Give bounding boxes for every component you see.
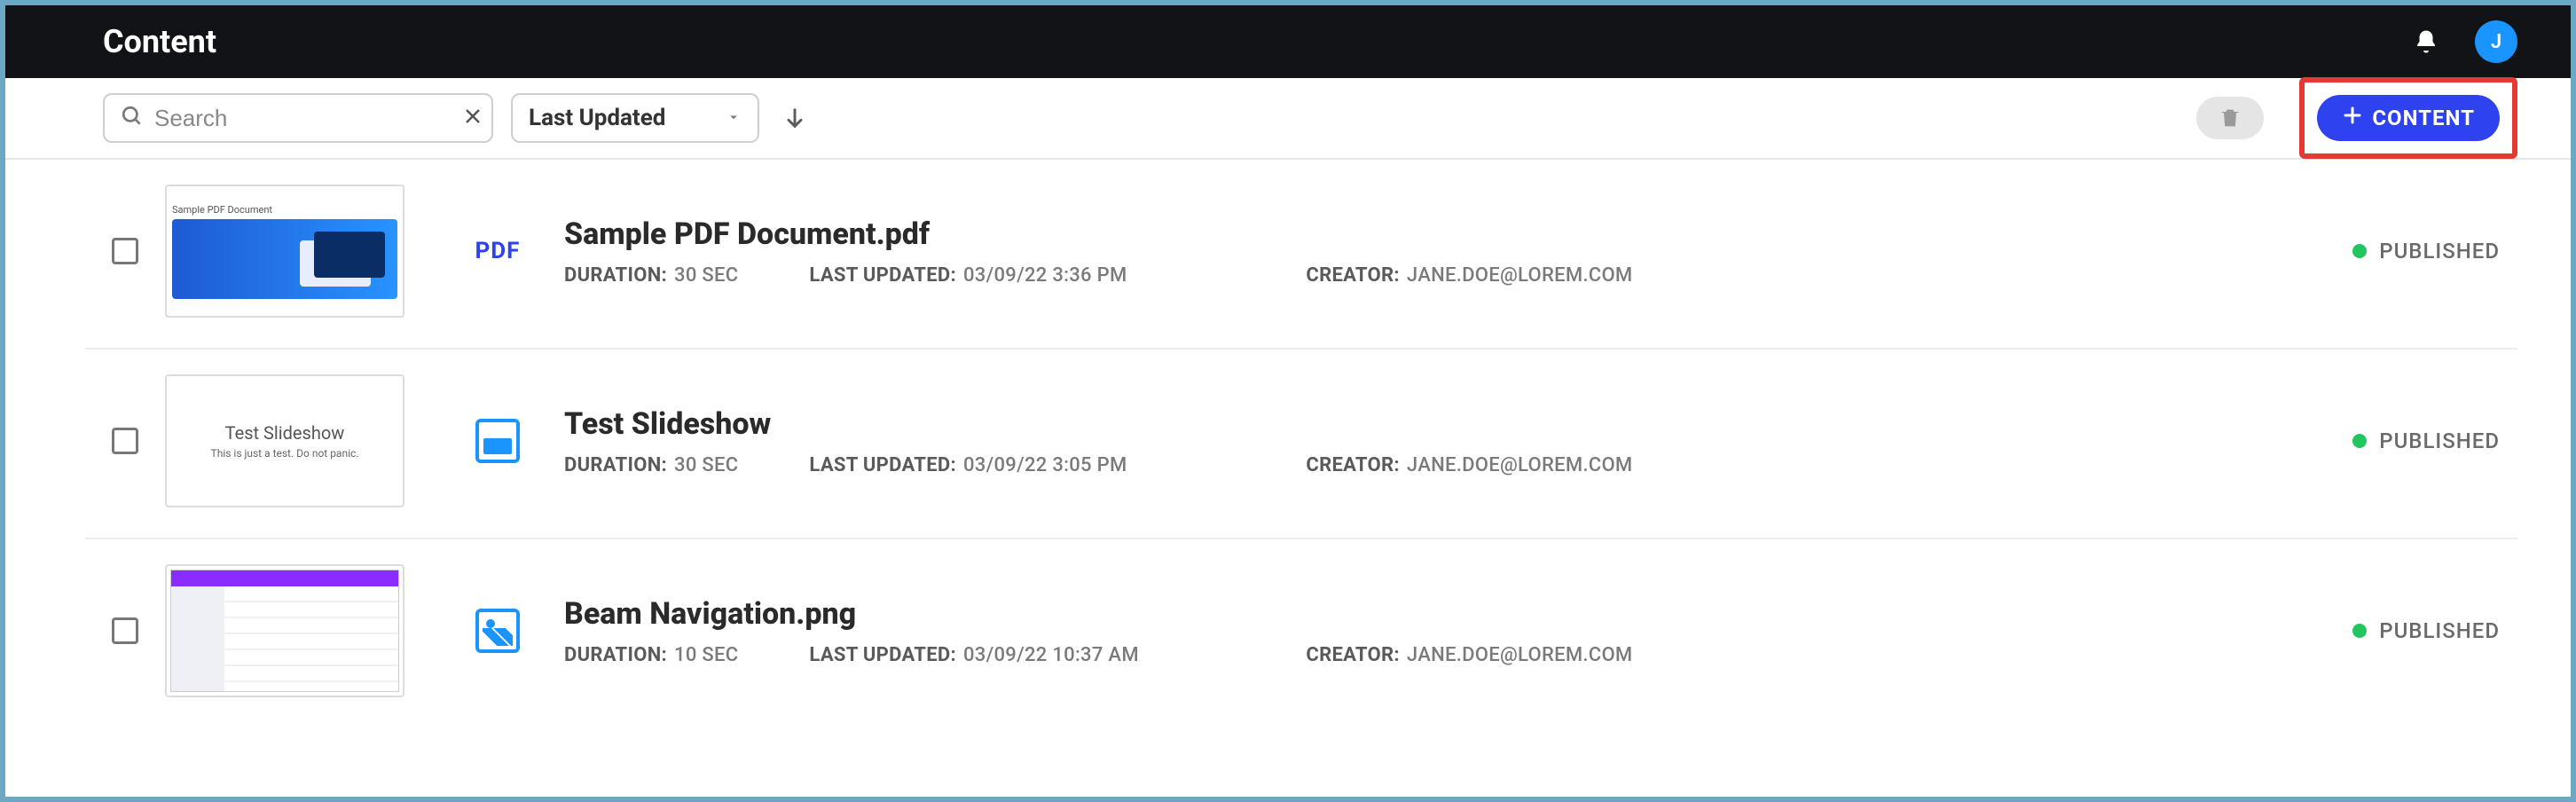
row-main: Beam Navigation.png DURATION: 10 SEC LAS… [546, 596, 2207, 666]
duration-value: 10 SEC [674, 644, 738, 666]
search-field[interactable] [154, 105, 452, 132]
plus-icon [2342, 105, 2363, 131]
creator-value: JANE.DOE@LOREM.COM [1407, 454, 1633, 476]
row-main: Test Slideshow DURATION: 30 SEC LAST UPD… [546, 406, 2207, 476]
content-title: Beam Navigation.png [564, 596, 2207, 632]
creator-label: CREATOR: [1306, 454, 1400, 476]
status-dot-icon [2352, 244, 2367, 258]
slideshow-icon [475, 419, 520, 463]
thumbnail: Sample PDF Document [165, 185, 404, 318]
row-checkbox[interactable] [112, 428, 138, 454]
row-checkbox-cell [85, 617, 165, 644]
status-text: PUBLISHED [2379, 239, 2500, 263]
last-updated-label: LAST UPDATED: [809, 644, 956, 666]
thumbnail: Test Slideshow This is just a test. Do n… [165, 374, 404, 507]
duration-value: 30 SEC [674, 454, 738, 476]
creator-label: CREATOR: [1306, 264, 1400, 287]
row-main: Sample PDF Document.pdf DURATION: 30 SEC… [546, 216, 2207, 287]
creator-label: CREATOR: [1306, 644, 1400, 666]
row-checkbox-cell [85, 428, 165, 454]
image-icon [475, 609, 520, 653]
creator-value: JANE.DOE@LOREM.COM [1407, 264, 1633, 287]
status-badge: PUBLISHED [2207, 429, 2517, 453]
type-icon-cell [449, 609, 546, 653]
search-icon [121, 105, 144, 131]
add-content-label: CONTENT [2372, 106, 2475, 130]
search-input[interactable] [103, 93, 493, 143]
chevron-down-icon [726, 105, 742, 131]
thumbnail [165, 564, 404, 697]
row-checkbox[interactable] [112, 617, 138, 644]
content-row[interactable]: Test Slideshow This is just a test. Do n… [85, 350, 2517, 539]
duration-label: DURATION: [564, 454, 667, 476]
add-content-button[interactable]: CONTENT [2317, 95, 2500, 141]
status-text: PUBLISHED [2379, 429, 2500, 453]
sort-select[interactable]: Last Updated [511, 93, 759, 143]
delete-button [2196, 97, 2264, 139]
avatar[interactable]: J [2475, 20, 2517, 63]
sort-label: Last Updated [529, 105, 665, 131]
page-title: Content [103, 23, 2413, 60]
status-dot-icon [2352, 624, 2367, 638]
last-updated-value: 03/09/22 10:37 AM [963, 644, 1139, 666]
row-checkbox[interactable] [112, 238, 138, 264]
content-row[interactable]: Beam Navigation.png DURATION: 10 SEC LAS… [85, 539, 2517, 727]
content-title: Sample PDF Document.pdf [564, 216, 2207, 252]
content-list: Sample PDF Document PDF Sample PDF Docum… [5, 160, 2571, 797]
creator-value: JANE.DOE@LOREM.COM [1407, 644, 1633, 666]
type-icon-cell [449, 419, 546, 463]
topbar: Content J [5, 5, 2571, 78]
content-title: Test Slideshow [564, 406, 2207, 442]
last-updated-label: LAST UPDATED: [809, 454, 956, 476]
duration-value: 30 SEC [674, 264, 738, 287]
duration-label: DURATION: [564, 644, 667, 666]
last-updated-value: 03/09/22 3:36 PM [963, 264, 1127, 287]
app-frame: Content J Last Updated [0, 0, 2576, 802]
pdf-icon: PDF [475, 238, 521, 264]
last-updated-label: LAST UPDATED: [809, 264, 956, 287]
last-updated-value: 03/09/22 3:05 PM [963, 454, 1127, 476]
add-content-highlight: CONTENT [2299, 77, 2517, 159]
toolbar: Last Updated CONTENT [5, 78, 2571, 160]
notifications-icon[interactable] [2413, 28, 2439, 55]
row-checkbox-cell [85, 238, 165, 264]
clear-icon[interactable] [462, 106, 483, 130]
status-dot-icon [2352, 434, 2367, 448]
status-badge: PUBLISHED [2207, 239, 2517, 263]
content-row[interactable]: Sample PDF Document PDF Sample PDF Docum… [85, 160, 2517, 350]
status-text: PUBLISHED [2379, 618, 2500, 643]
duration-label: DURATION: [564, 264, 667, 287]
sort-direction-icon[interactable] [777, 100, 813, 136]
type-icon-cell: PDF [449, 238, 546, 264]
status-badge: PUBLISHED [2207, 618, 2517, 643]
